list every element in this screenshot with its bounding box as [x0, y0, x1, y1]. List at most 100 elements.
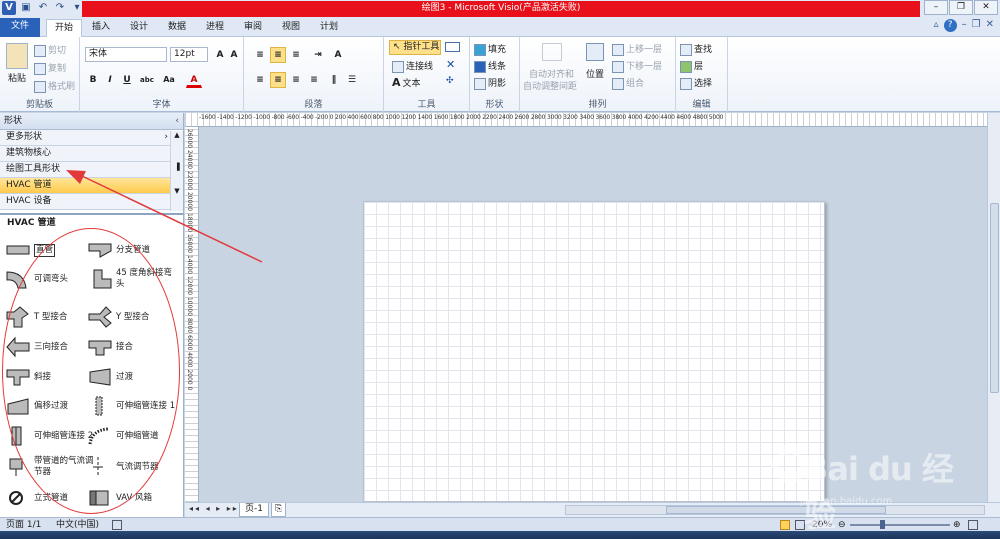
zoom-out-icon[interactable]: ⊖ [838, 519, 846, 531]
close-button[interactable]: ✕ [974, 0, 998, 15]
shape-three-way-junction[interactable]: 三向接合 [6, 333, 94, 361]
italic-button[interactable]: I [102, 72, 118, 88]
page-tab-1[interactable]: 页-1 [239, 503, 269, 517]
restore-button[interactable]: ❐ [949, 0, 973, 15]
full-screen-icon[interactable] [795, 520, 805, 530]
zoom-slider-knob[interactable] [880, 520, 885, 529]
rectangle-tool-icon[interactable] [445, 42, 460, 52]
indent-button[interactable]: ⇥ [310, 47, 326, 63]
shape-transition[interactable]: 过渡 [88, 363, 176, 391]
shape-damper[interactable]: 气流调节器 [88, 453, 176, 481]
layers-button[interactable]: 层 [680, 59, 703, 73]
minimize-ribbon-icon[interactable]: ▵ [934, 19, 939, 32]
align-right-button[interactable]: ≡ [288, 72, 304, 88]
distribute-button[interactable]: ∥ [326, 72, 342, 88]
justify-button[interactable]: ≡ [306, 72, 322, 88]
strikethrough-button[interactable]: abc [137, 72, 157, 88]
vertical-scroll-thumb[interactable] [990, 203, 999, 393]
shape-miter-elbow-45[interactable]: 45 度角斜接弯头 [88, 265, 176, 293]
shape-vav-box[interactable]: VAV 风箱 [88, 484, 176, 512]
page-navigation[interactable]: ◂◂ ◂ ▸ ▸▸ [189, 504, 239, 513]
zoom-level[interactable]: 20% [812, 519, 832, 531]
auto-align-icon[interactable] [542, 43, 562, 61]
font-color-button[interactable]: A [186, 72, 202, 88]
tab-insert[interactable]: 插入 [84, 19, 118, 37]
stencil-building-core[interactable]: 建筑物核心 [0, 146, 170, 162]
text-tool-button[interactable]: A 文本 [392, 76, 421, 89]
connector-tool-button[interactable]: 连接线 [392, 59, 433, 73]
shape-adjustable-elbow[interactable]: 可调弯头 [6, 265, 94, 293]
pane-collapse-icon[interactable]: ‹ [175, 113, 179, 129]
drawing-canvas[interactable] [200, 128, 987, 502]
position-button[interactable]: 位置 [586, 67, 604, 80]
align-middle-button[interactable]: ≡ [270, 47, 286, 63]
line-button[interactable]: 线条 [474, 59, 506, 73]
insert-page-icon[interactable]: ⎘ [271, 503, 287, 517]
stencil-more-shapes[interactable]: 更多形状 › [0, 130, 170, 146]
undo-icon[interactable]: ↶ [36, 1, 50, 15]
vertical-scrollbar[interactable] [987, 113, 1000, 502]
format-painter-button[interactable]: 格式刷 [34, 79, 75, 93]
tab-plan[interactable]: 计划 [312, 19, 346, 37]
stencil-drawing-tool-shapes[interactable]: 绘图工具形状 [0, 162, 170, 178]
tab-view[interactable]: 视图 [274, 19, 308, 37]
shrink-font-button[interactable]: A [226, 47, 242, 63]
shape-damper-with-duct[interactable]: 带管道的气流调节器 [6, 453, 94, 481]
stencil-hvac-ductwork[interactable]: HVAC 管道 [0, 178, 170, 194]
send-backward-button[interactable]: 下移一层 [612, 59, 662, 73]
pointer-tool-button[interactable]: ↖ 指针工具 [389, 40, 441, 55]
help-icon[interactable]: ? [943, 19, 957, 32]
drawing-page[interactable] [363, 201, 825, 502]
stencil-hvac-equipment[interactable]: HVAC 设备 [0, 194, 170, 210]
shape-flex-duct-connection-2[interactable]: 可伸缩管连接 2 [6, 422, 94, 450]
zoom-slider[interactable] [850, 524, 950, 526]
tab-design[interactable]: 设计 [122, 19, 156, 37]
font-name-select[interactable]: 宋体 [85, 47, 167, 62]
horizontal-scroll-thumb[interactable] [666, 506, 886, 514]
connection-point-icon[interactable]: ✣ [446, 76, 454, 86]
align-bottom-button[interactable]: ≡ [288, 47, 304, 63]
shape-tee-junction[interactable]: T 型接合 [6, 303, 94, 331]
redo-icon[interactable]: ↷ [53, 1, 67, 15]
select-button[interactable]: 选择 [680, 76, 712, 90]
normal-view-icon[interactable] [780, 520, 790, 530]
macro-record-icon[interactable] [112, 520, 122, 530]
font-size-select[interactable]: 12pt [170, 47, 208, 62]
copy-button[interactable]: 复制 [34, 61, 66, 75]
close-x-icon[interactable]: ✕ [446, 58, 455, 71]
shape-riser[interactable]: 立式管道 [6, 484, 94, 512]
shape-miter[interactable]: 斜接 [6, 363, 94, 391]
tab-process[interactable]: 进程 [198, 19, 232, 37]
status-language[interactable]: 中文(中国) [56, 519, 99, 531]
underline-button[interactable]: U [119, 72, 135, 88]
shape-flexible-duct[interactable]: 可伸缩管道 [88, 422, 176, 450]
save-icon[interactable]: ▣ [19, 1, 33, 15]
shape-straight-duct[interactable]: 直管 [6, 236, 56, 264]
tab-file[interactable]: 文件 [0, 18, 40, 37]
shape-branch-duct[interactable]: 分支管道 [88, 236, 176, 264]
doc-restore-icon[interactable]: ❐ [972, 19, 981, 32]
shape-junction[interactable]: 接合 [88, 333, 176, 361]
change-case-button[interactable]: Aa [159, 72, 179, 88]
tab-data[interactable]: 数据 [160, 19, 194, 37]
shape-offset-transition[interactable]: 偏移过渡 [6, 392, 94, 420]
tab-review[interactable]: 审阅 [236, 19, 270, 37]
horizontal-scrollbar[interactable] [565, 505, 985, 515]
status-page[interactable]: 页面 1/1 [6, 519, 41, 531]
find-button[interactable]: 查找 [680, 42, 712, 56]
doc-close-icon[interactable]: ✕ [986, 19, 994, 32]
tab-home[interactable]: 开始 [46, 19, 83, 38]
group-button[interactable]: 组合 [612, 76, 644, 90]
shadow-button[interactable]: 阴影 [474, 76, 506, 90]
shape-flex-duct-connection-1[interactable]: 可伸缩管连接 1 [88, 392, 176, 420]
align-center-button[interactable]: ≡ [270, 72, 286, 88]
paste-button[interactable]: 粘贴 [8, 71, 26, 84]
fit-page-icon[interactable] [968, 520, 978, 530]
doc-minimize-icon[interactable]: – [962, 19, 967, 32]
bullets-button[interactable]: ☰ [344, 72, 360, 88]
auto-space-button[interactable]: 自动调整间距 [523, 79, 577, 92]
fill-button[interactable]: 填充 [474, 42, 506, 56]
cut-button[interactable]: 剪切 [34, 43, 66, 57]
stencil-list-scrollbar[interactable]: ▲ ▐ ▼ [170, 131, 183, 211]
bring-forward-button[interactable]: 上移一层 [612, 42, 662, 56]
